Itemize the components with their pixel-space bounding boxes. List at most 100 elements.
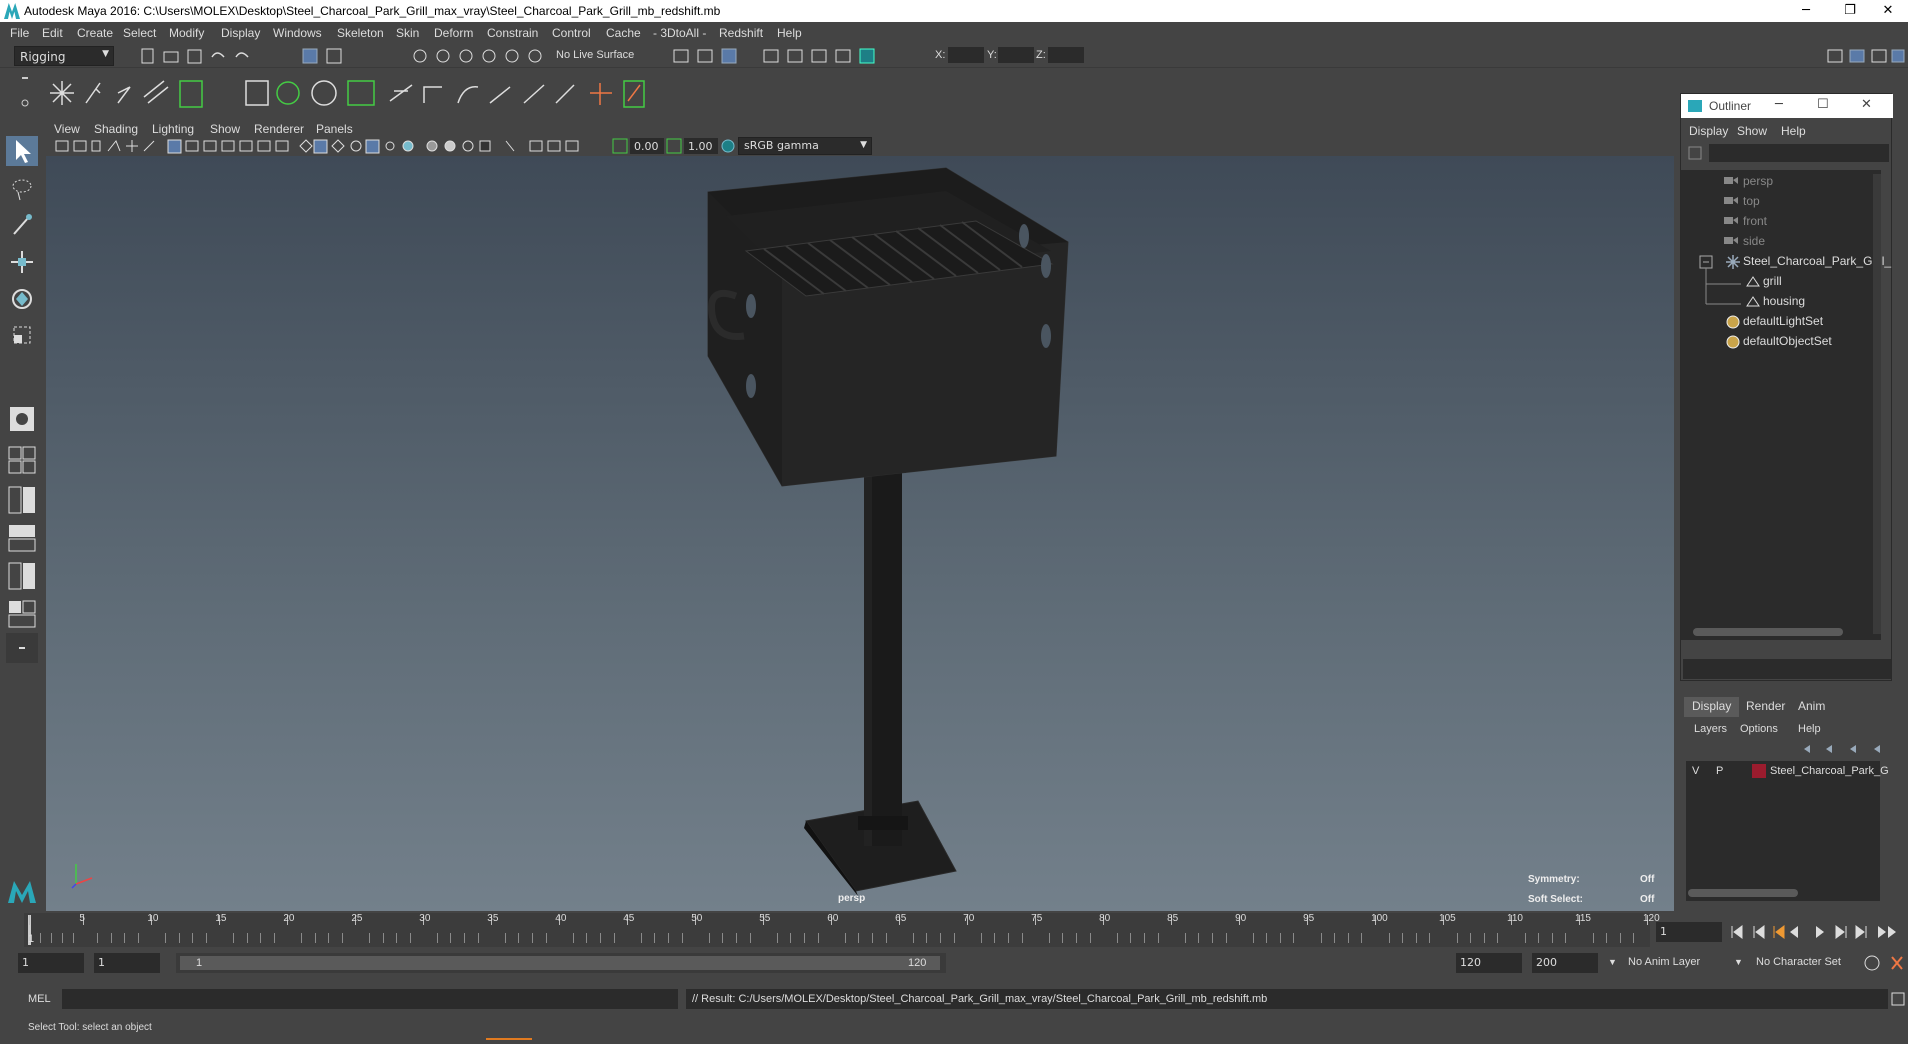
snap-icons[interactable] — [410, 47, 550, 65]
outliner-vscroll[interactable] — [1873, 174, 1881, 634]
layer-action-icons[interactable] — [1800, 741, 1890, 757]
render-icons[interactable] — [672, 47, 882, 65]
layout-graph-icon[interactable] — [6, 599, 38, 629]
vp-menu-view[interactable]: View — [54, 122, 80, 136]
paint-select-icon[interactable] — [6, 210, 38, 240]
menu-redshift[interactable]: Redshift — [719, 26, 763, 40]
layers-menu-layers[interactable]: Layers — [1694, 723, 1727, 735]
menu-cache[interactable]: Cache — [606, 26, 641, 40]
live-surface-label[interactable]: No Live Surface — [556, 49, 634, 61]
layout-four-icon[interactable] — [6, 445, 38, 475]
rotate-tool-icon[interactable] — [6, 284, 38, 314]
exposure-field[interactable]: 0.00 — [630, 138, 664, 154]
viewport-persp[interactable]: persp Symmetry: Off Soft Select: Off — [46, 156, 1674, 911]
layout-side-icon[interactable] — [6, 485, 38, 515]
shelf-menu-icon[interactable] — [20, 75, 30, 111]
outliner-item-persp[interactable]: persp — [1743, 174, 1773, 188]
layout-single-icon[interactable] — [6, 404, 38, 434]
outliner-item-defaultobjectset[interactable]: defaultObjectSet — [1743, 334, 1832, 348]
tab-display[interactable]: Display — [1684, 697, 1740, 717]
menu-select[interactable]: Select — [123, 26, 156, 40]
outliner-menu-show[interactable]: Show — [1737, 124, 1767, 138]
layer-color-swatch[interactable] — [1752, 764, 1766, 778]
menu-modify[interactable]: Modify — [169, 26, 204, 40]
gamma-icon[interactable] — [666, 138, 682, 154]
layout-stack-icon[interactable] — [6, 523, 38, 553]
outliner-item-grill[interactable]: grill — [1763, 274, 1782, 288]
chevron-down-icon[interactable]: ▼ — [1734, 957, 1743, 967]
playback-end-field[interactable]: 120 — [1456, 953, 1522, 973]
maya-home-icon[interactable] — [6, 875, 38, 905]
tab-render[interactable]: Render — [1738, 697, 1793, 717]
script-mode-label[interactable]: MEL — [28, 993, 51, 1005]
menu-help[interactable]: Help — [777, 26, 802, 40]
command-input[interactable] — [62, 989, 678, 1009]
x-field[interactable] — [948, 47, 984, 63]
vp-menu-show[interactable]: Show — [210, 122, 240, 136]
menuset-dropdown[interactable]: Rigging ▼ — [14, 46, 114, 66]
menu-edit[interactable]: Edit — [42, 26, 63, 40]
layer-visibility-toggle[interactable]: V — [1692, 765, 1699, 777]
vp-menu-renderer[interactable]: Renderer — [254, 122, 304, 136]
select-tool-icon[interactable] — [6, 136, 38, 166]
move-tool-icon[interactable] — [6, 247, 38, 277]
script-editor-icon[interactable] — [1890, 991, 1906, 1007]
playback-controls[interactable] — [1728, 922, 1908, 942]
color-space-dropdown[interactable]: sRGB gamma ▼ — [738, 137, 872, 155]
outliner-search-input[interactable] — [1709, 144, 1889, 162]
layer-hscroll[interactable] — [1688, 889, 1798, 897]
current-frame-field[interactable]: 1 — [1656, 922, 1722, 942]
outliner-menu-display[interactable]: Display — [1689, 124, 1728, 138]
start-frame-field[interactable]: 1 — [18, 953, 84, 973]
gamma-field[interactable]: 1.00 — [684, 138, 718, 154]
playback-start-field[interactable]: 1 — [94, 953, 160, 973]
anim-layer-dropdown[interactable]: No Anim Layer — [1628, 956, 1700, 968]
menu-deform[interactable]: Deform — [434, 26, 473, 40]
outliner-item-housing[interactable]: housing — [1763, 294, 1805, 308]
outliner-item-front[interactable]: front — [1743, 214, 1767, 228]
time-slider[interactable]: 1 5 10 15 20 25 30 35 40 45 50 55 60 65 70 75 80 85 90 95 1… — [24, 913, 1660, 947]
close-button[interactable]: ✕ — [1866, 0, 1908, 22]
outliner-item-grill-group[interactable]: Steel_Charcoal_Park_Grill_ — [1743, 254, 1891, 268]
z-field[interactable] — [1048, 47, 1084, 63]
viewport-panel-icons[interactable] — [54, 138, 694, 155]
vp-menu-panels[interactable]: Panels — [316, 122, 353, 136]
outliner-item-side[interactable]: side — [1743, 234, 1765, 248]
menu-constrain[interactable]: Constrain — [487, 26, 538, 40]
range-slider-handle[interactable] — [180, 956, 940, 970]
outliner-item-defaultlightset[interactable]: defaultLightSet — [1743, 314, 1823, 328]
menu-skin[interactable]: Skin — [396, 26, 419, 40]
vp-menu-lighting[interactable]: Lighting — [152, 122, 194, 136]
auto-key-icons[interactable] — [1862, 953, 1906, 973]
lasso-tool-icon[interactable] — [6, 174, 38, 204]
menu-display[interactable]: Display — [221, 26, 260, 40]
outliner-menu-help[interactable]: Help — [1781, 124, 1806, 138]
exposure-icon[interactable] — [612, 138, 628, 154]
menu-file[interactable]: File — [10, 26, 29, 40]
range-slider[interactable]: 1 120 — [176, 953, 946, 973]
filter-icon[interactable] — [1687, 145, 1703, 161]
layer-playback-toggle[interactable]: P — [1716, 765, 1723, 777]
y-field[interactable] — [998, 47, 1034, 63]
tab-anim[interactable]: Anim — [1790, 697, 1833, 717]
menu-create[interactable]: Create — [77, 26, 113, 40]
outliner-item-top[interactable]: top — [1743, 194, 1760, 208]
layer-name[interactable]: Steel_Charcoal_Park_G — [1770, 765, 1889, 777]
rigging-shelf-icons[interactable] — [44, 75, 684, 111]
more-tools-icon[interactable] — [6, 633, 38, 663]
outliner-hscroll[interactable] — [1693, 628, 1843, 636]
scale-tool-icon[interactable] — [6, 321, 38, 351]
panel-toggle-icons[interactable] — [1826, 47, 1906, 65]
menu-control[interactable]: Control — [552, 26, 591, 40]
layers-menu-options[interactable]: Options — [1740, 723, 1778, 735]
outliner-maximize-button[interactable]: ☐ — [1817, 97, 1829, 112]
file-tools-icons[interactable] — [140, 47, 380, 65]
color-management-icon[interactable] — [720, 138, 736, 154]
layout-outliner-icon[interactable] — [6, 561, 38, 591]
outliner-close-button[interactable]: ✕ — [1861, 97, 1872, 112]
outliner-minimize-button[interactable]: ─ — [1775, 97, 1783, 112]
vp-menu-shading[interactable]: Shading — [94, 122, 138, 136]
end-frame-field[interactable]: 200 — [1532, 953, 1598, 973]
chevron-down-icon[interactable]: ▼ — [1608, 957, 1617, 967]
minimize-button[interactable]: ─ — [1784, 0, 1828, 22]
